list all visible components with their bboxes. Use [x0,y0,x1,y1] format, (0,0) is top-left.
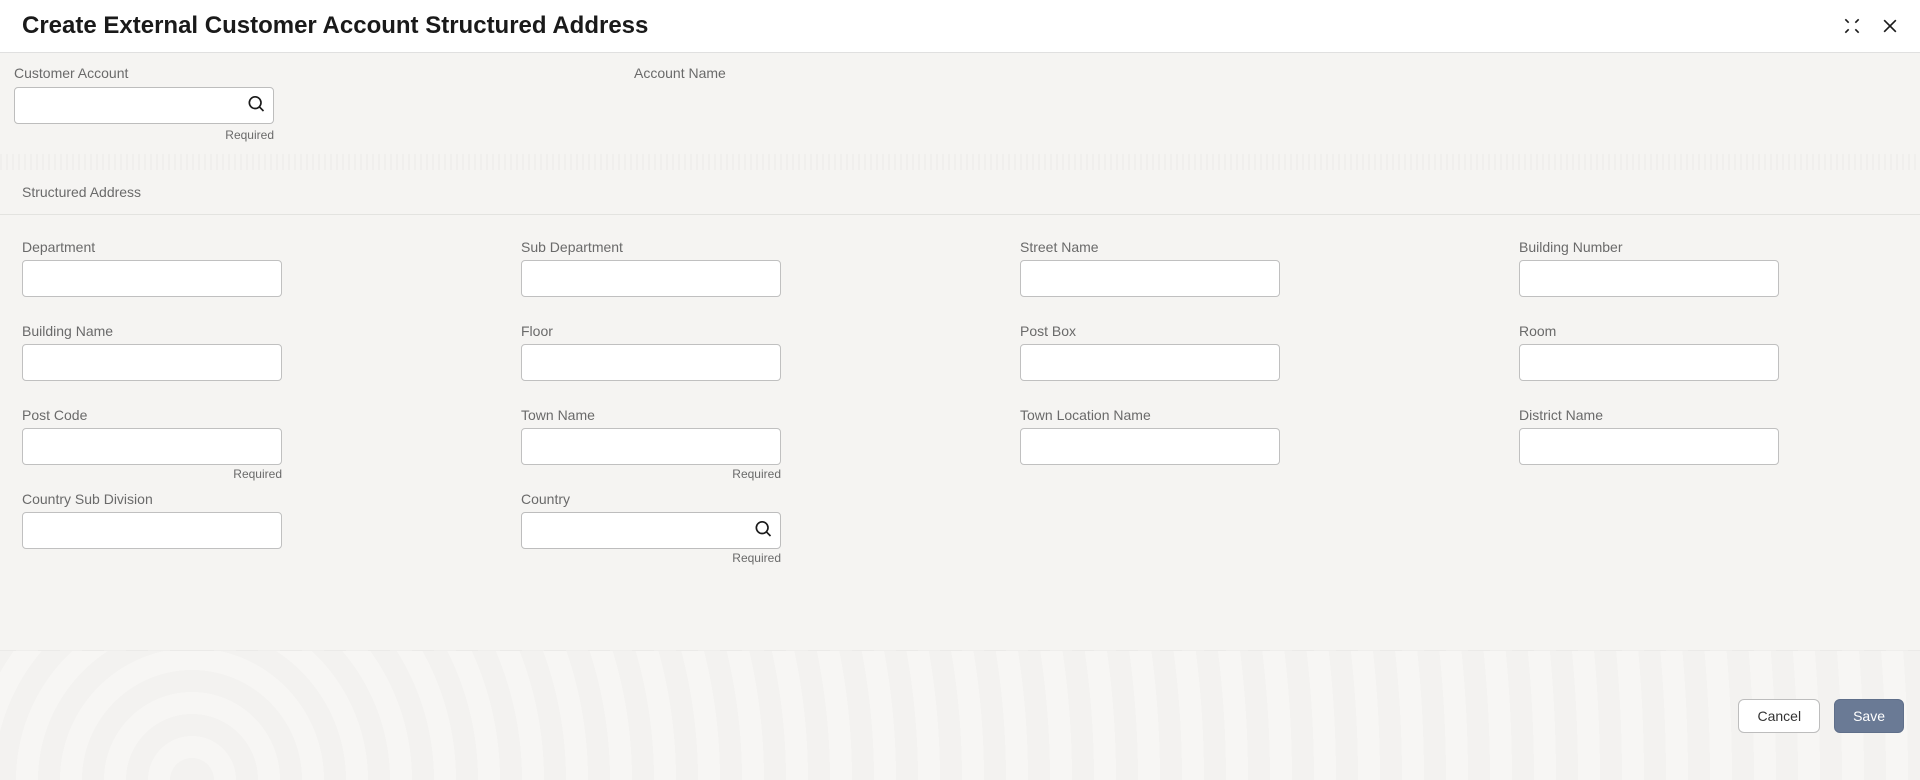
post-box-label: Post Box [1020,323,1399,339]
district-name-field: District Name [1519,407,1898,483]
post-box-field: Post Box [1020,323,1399,399]
post-code-required: Required [22,467,282,481]
customer-account-input[interactable] [14,87,274,124]
customer-account-required: Required [14,128,274,142]
country-sub-division-label: Country Sub Division [22,491,401,507]
sub-department-input[interactable] [521,260,781,297]
street-name-field: Street Name [1020,239,1399,315]
dialog-footer: Cancel Save [0,650,1920,780]
post-box-input[interactable] [1020,344,1280,381]
customer-account-field: Customer Account Required [14,65,274,142]
district-name-label: District Name [1519,407,1898,423]
country-sub-division-field: Country Sub Division [22,491,401,567]
dialog-title: Create External Customer Account Structu… [22,12,648,40]
town-location-name-field: Town Location Name [1020,407,1399,483]
town-location-name-label: Town Location Name [1020,407,1399,423]
country-sub-division-input[interactable] [22,512,282,549]
structured-address-heading: Structured Address [0,170,1920,215]
town-name-input[interactable] [521,428,781,465]
country-lookup [521,512,781,549]
town-location-name-input[interactable] [1020,428,1280,465]
post-code-field: Post Code Required [22,407,401,483]
customer-account-label: Customer Account [14,65,274,81]
country-input[interactable] [521,512,781,549]
post-code-label: Post Code [22,407,401,423]
country-field: Country Required [521,491,900,567]
save-button[interactable]: Save [1834,699,1904,733]
town-name-field: Town Name Required [521,407,900,483]
building-name-label: Building Name [22,323,401,339]
building-number-label: Building Number [1519,239,1898,255]
district-name-input[interactable] [1519,428,1779,465]
street-name-label: Street Name [1020,239,1399,255]
account-name-label: Account Name [634,65,726,81]
floor-input[interactable] [521,344,781,381]
structured-address-form: Department Sub Department Street Name Bu… [0,215,1920,591]
country-required: Required [521,551,781,565]
town-name-required: Required [521,467,781,481]
header-actions [1842,16,1900,36]
floor-field: Floor [521,323,900,399]
account-section: Customer Account Required Account Name [0,53,1920,154]
close-icon[interactable] [1880,16,1900,36]
department-field: Department [22,239,401,315]
divider [0,154,1920,170]
country-label: Country [521,491,900,507]
account-name-field: Account Name [634,65,726,142]
town-name-label: Town Name [521,407,900,423]
street-name-input[interactable] [1020,260,1280,297]
sub-department-field: Sub Department [521,239,900,315]
building-number-field: Building Number [1519,239,1898,315]
post-code-input[interactable] [22,428,282,465]
building-number-input[interactable] [1519,260,1779,297]
room-field: Room [1519,323,1898,399]
room-label: Room [1519,323,1898,339]
building-name-input[interactable] [22,344,282,381]
dialog-header: Create External Customer Account Structu… [0,0,1920,53]
room-input[interactable] [1519,344,1779,381]
search-icon[interactable] [246,93,266,118]
sub-department-label: Sub Department [521,239,900,255]
cancel-button[interactable]: Cancel [1738,699,1820,733]
department-input[interactable] [22,260,282,297]
building-name-field: Building Name [22,323,401,399]
customer-account-lookup [14,87,274,124]
department-label: Department [22,239,401,255]
restore-down-icon[interactable] [1842,16,1862,36]
floor-label: Floor [521,323,900,339]
search-icon[interactable] [753,518,773,543]
